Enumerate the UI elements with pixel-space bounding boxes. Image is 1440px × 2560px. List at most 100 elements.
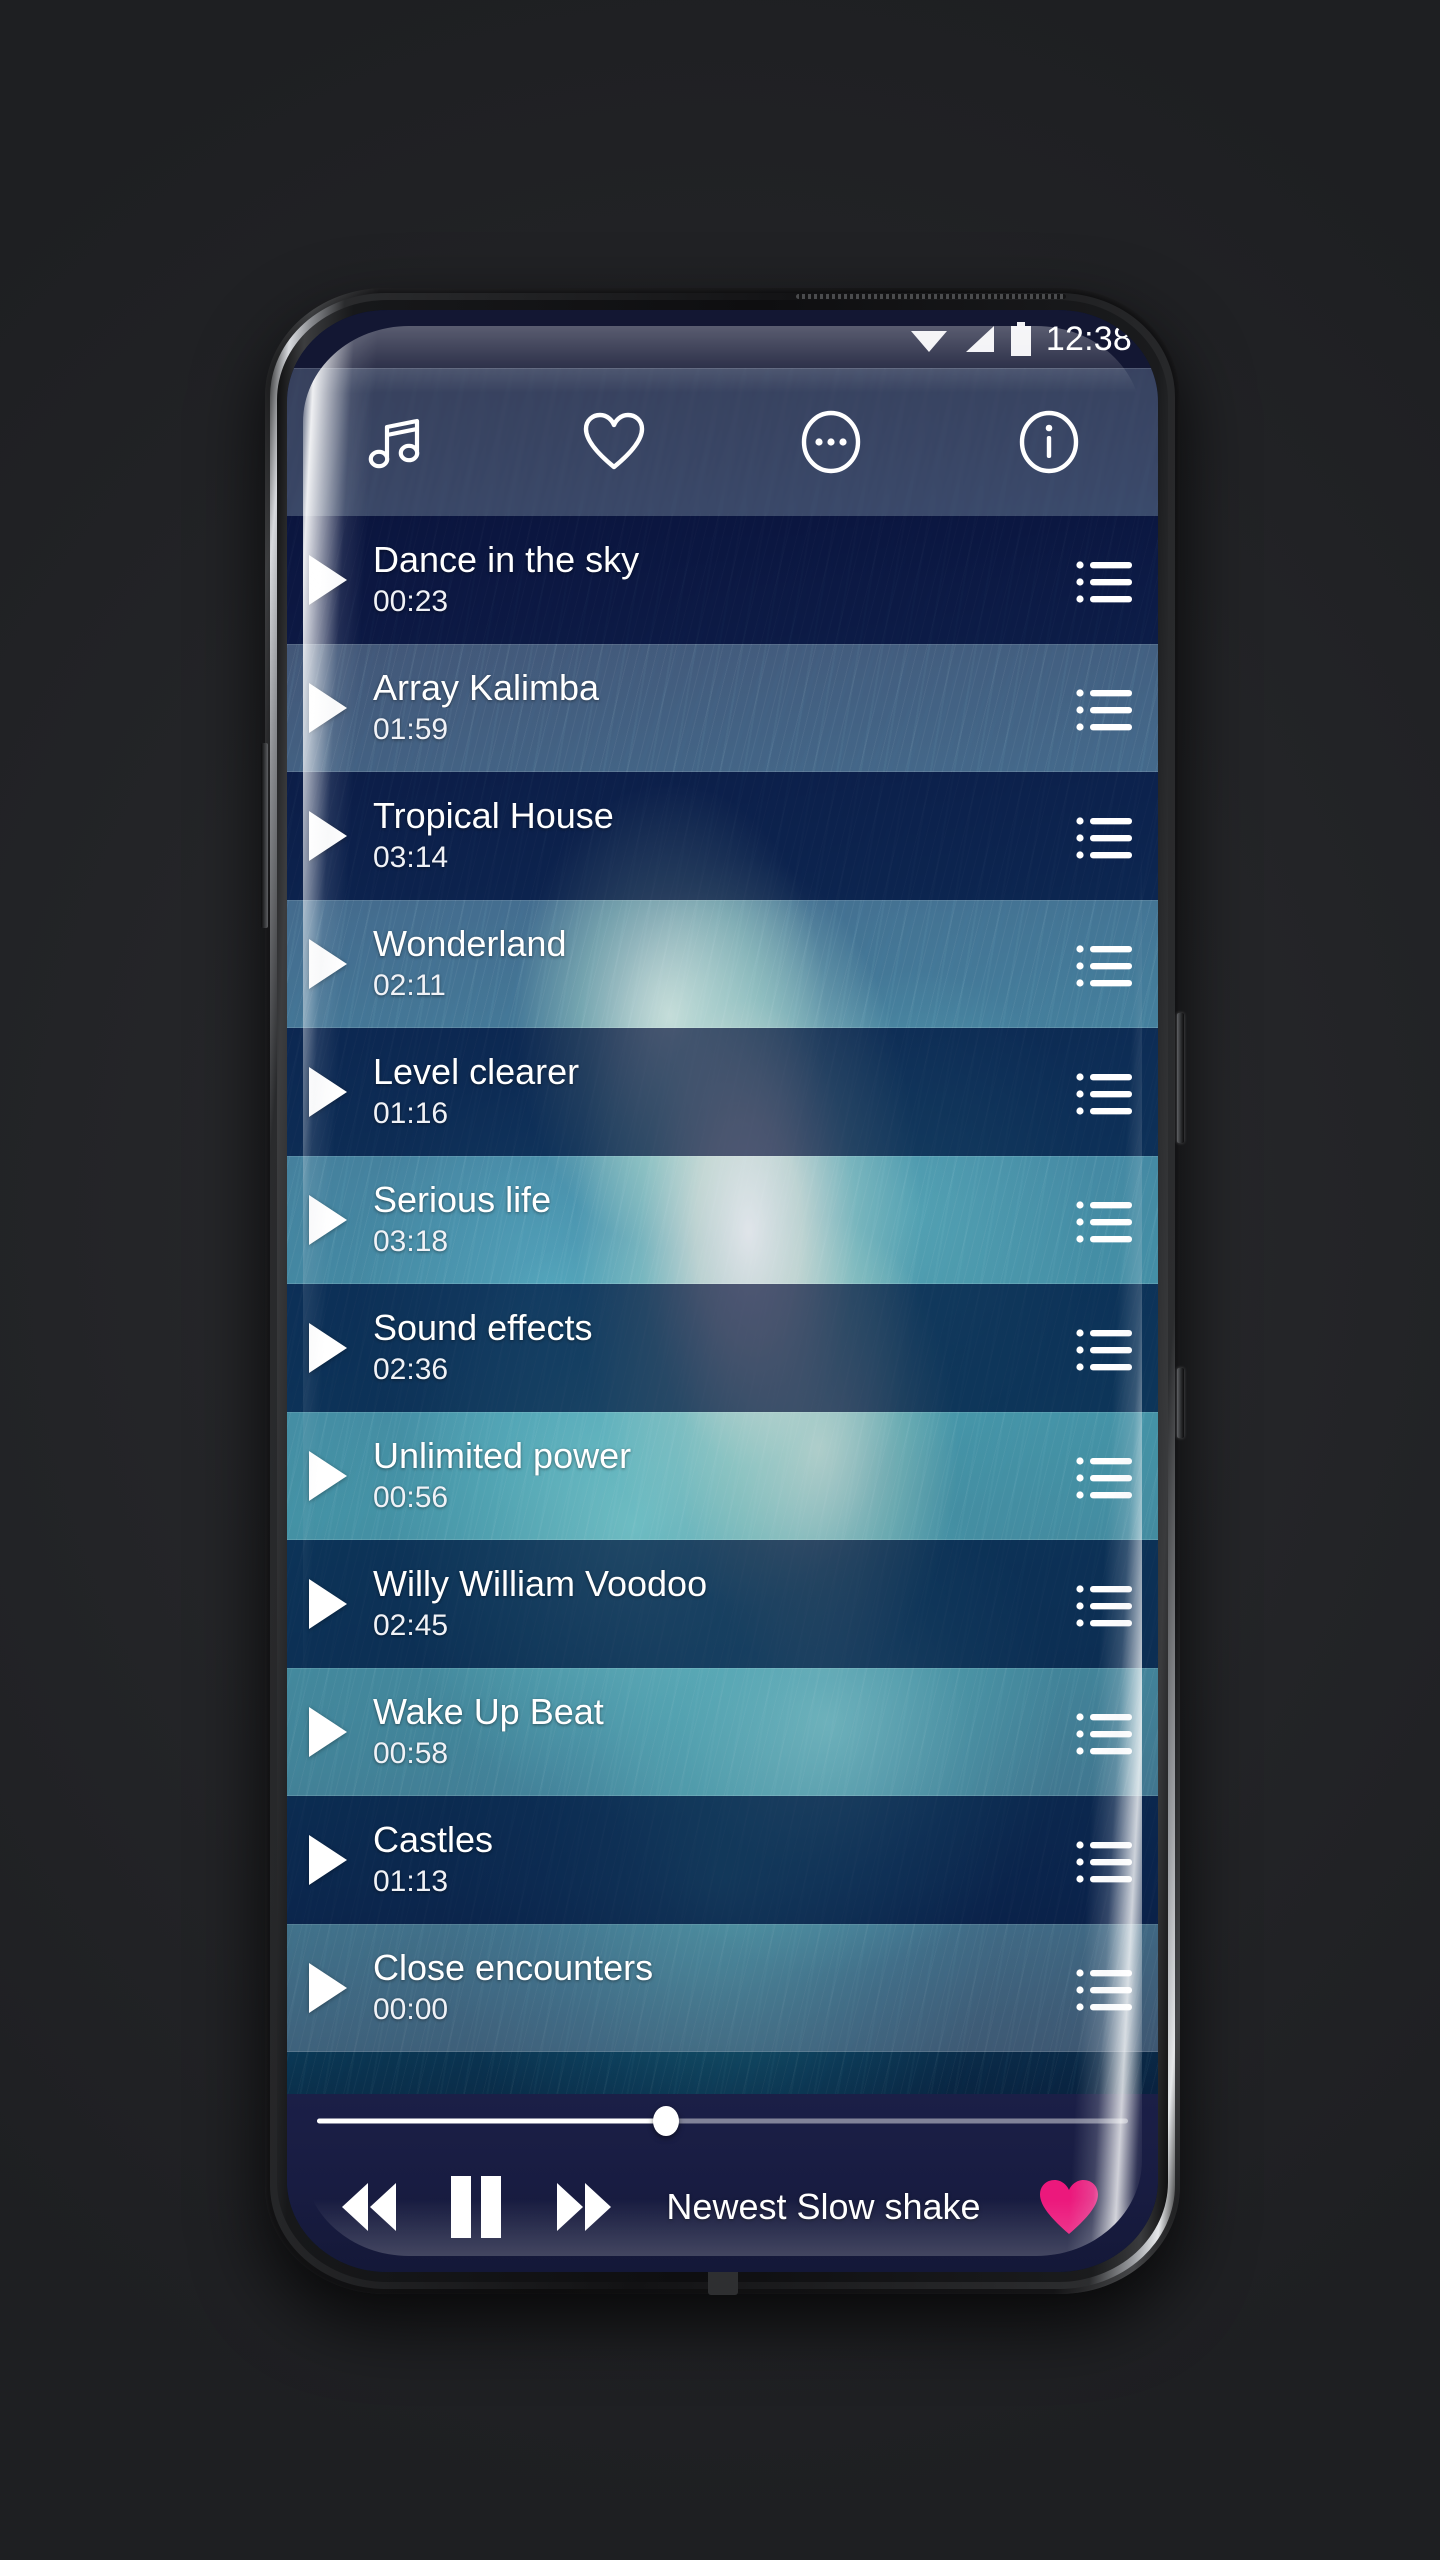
- music-note-icon: [368, 418, 420, 469]
- more-options-icon: [802, 410, 861, 474]
- track-title: Wonderland: [373, 923, 567, 964]
- playlist-menu-icon[interactable]: [1076, 1709, 1132, 1755]
- track-row[interactable]: Sound effects 02:36: [287, 1284, 1158, 1412]
- phone-screen: 12:38 Dance in the sky 00:23 Array Kalim…: [287, 310, 1158, 2272]
- bixby-button[interactable]: [261, 743, 268, 928]
- track-title: Wake Up Beat: [373, 1691, 604, 1732]
- track-row[interactable]: Serious life 03:18: [287, 1156, 1158, 1284]
- play-icon[interactable]: [309, 1579, 347, 1629]
- track-meta: Wake Up Beat 00:58: [373, 1692, 1076, 1773]
- info-icon: [1019, 410, 1079, 474]
- track-duration: 02:45: [373, 1608, 449, 1642]
- track-row[interactable]: Level clearer 01:16: [287, 1028, 1158, 1156]
- play-icon[interactable]: [309, 1195, 347, 1245]
- track-meta: Array Kalimba 01:59: [373, 668, 1076, 749]
- play-icon[interactable]: [309, 1451, 347, 1501]
- track-title: Array Kalimba: [373, 667, 600, 708]
- track-meta: Wonderland 02:11: [373, 924, 1076, 1005]
- track-meta: Close encounters 00:00: [373, 1948, 1076, 2029]
- track-meta: Serious life 03:18: [373, 1180, 1076, 1261]
- track-list[interactable]: Dance in the sky 00:23 Array Kalimba 01:59 T…: [287, 516, 1158, 2094]
- track-duration: 02:11: [373, 968, 446, 1002]
- track-row[interactable]: Close encounters 00:00: [287, 1924, 1158, 2052]
- play-icon[interactable]: [309, 939, 347, 989]
- player-bar: Newest Slow shake: [287, 2094, 1158, 2272]
- toolbar-info-button[interactable]: [940, 368, 1158, 516]
- track-meta: Unlimited power 00:56: [373, 1436, 1076, 1517]
- track-row[interactable]: Dance in the sky 00:23: [287, 516, 1158, 644]
- power-button[interactable]: [1177, 1013, 1184, 1143]
- track-title: Close encounters: [373, 1947, 654, 1988]
- toolbar-favorites-button[interactable]: [505, 368, 723, 516]
- play-icon[interactable]: [309, 683, 347, 733]
- battery-icon: [1010, 322, 1031, 356]
- track-duration: 02:36: [373, 1352, 449, 1386]
- track-duration: 01:59: [373, 712, 449, 746]
- favorite-button[interactable]: [1010, 2177, 1128, 2237]
- pause-icon: [451, 2176, 501, 2238]
- playlist-menu-icon[interactable]: [1076, 941, 1132, 987]
- playlist-menu-icon[interactable]: [1076, 1069, 1132, 1115]
- playlist-menu-icon[interactable]: [1076, 557, 1132, 603]
- playlist-menu-icon[interactable]: [1076, 1453, 1132, 1499]
- now-playing-title: Newest Slow shake: [666, 2186, 981, 2227]
- play-icon[interactable]: [309, 811, 347, 861]
- track-meta: Castles 01:13: [373, 1820, 1076, 1901]
- track-row[interactable]: Unlimited power 00:56: [287, 1412, 1158, 1540]
- track-row[interactable]: Castles 01:13: [287, 1796, 1158, 1924]
- forward-button[interactable]: [531, 2177, 637, 2237]
- track-title: Castles: [373, 1819, 494, 1860]
- play-icon[interactable]: [309, 1707, 347, 1757]
- track-row[interactable]: Willy William Voodoo 02:45: [287, 1540, 1158, 1668]
- track-meta: Sound effects 02:36: [373, 1308, 1076, 1389]
- track-duration: 00:58: [373, 1736, 449, 1770]
- top-toolbar: [287, 368, 1158, 516]
- playlist-menu-icon[interactable]: [1076, 1837, 1132, 1883]
- rewind-button[interactable]: [317, 2177, 421, 2237]
- track-title: Serious life: [373, 1179, 552, 1220]
- track-duration: 00:00: [373, 1992, 449, 2026]
- playlist-menu-icon[interactable]: [1076, 1965, 1132, 2011]
- playlist-menu-icon[interactable]: [1076, 685, 1132, 731]
- play-icon[interactable]: [309, 1323, 347, 1373]
- play-icon[interactable]: [309, 1835, 347, 1885]
- volume-button[interactable]: [1177, 1368, 1184, 1438]
- play-icon[interactable]: [309, 555, 347, 605]
- track-title: Tropical House: [373, 795, 614, 836]
- track-duration: 00:56: [373, 1480, 449, 1514]
- playlist-menu-icon[interactable]: [1076, 1325, 1132, 1371]
- seek-knob[interactable]: [652, 2106, 679, 2136]
- track-duration: 00:23: [373, 584, 449, 618]
- forward-icon: [557, 2183, 611, 2231]
- playlist-menu-icon[interactable]: [1076, 1197, 1132, 1243]
- toolbar-more-button[interactable]: [723, 368, 941, 516]
- seek-fill: [317, 2118, 666, 2124]
- track-row[interactable]: Array Kalimba 01:59: [287, 644, 1158, 772]
- play-icon[interactable]: [309, 1067, 347, 1117]
- status-bar: 12:38: [287, 310, 1158, 368]
- track-meta: Dance in the sky 00:23: [373, 540, 1076, 621]
- track-title: Sound effects: [373, 1307, 593, 1348]
- track-duration: 01:16: [373, 1096, 449, 1130]
- player-controls: Newest Slow shake: [317, 2148, 1128, 2266]
- track-meta: Willy William Voodoo 02:45: [373, 1564, 1076, 1645]
- track-meta: Tropical House 03:14: [373, 796, 1076, 877]
- playlist-menu-icon[interactable]: [1076, 813, 1132, 859]
- toolbar-music-button[interactable]: [287, 368, 505, 516]
- chassis-notch: [707, 2269, 738, 2295]
- track-row[interactable]: Wake Up Beat 00:58: [287, 1668, 1158, 1796]
- playlist-menu-icon[interactable]: [1076, 1581, 1132, 1627]
- seek-bar[interactable]: [317, 2094, 1128, 2148]
- play-icon[interactable]: [309, 1963, 347, 2013]
- track-title: Unlimited power: [373, 1435, 632, 1476]
- track-title: Dance in the sky: [373, 539, 640, 580]
- track-title: Level clearer: [373, 1051, 580, 1092]
- track-meta: Level clearer 01:16: [373, 1052, 1076, 1133]
- track-duration: 03:14: [373, 840, 449, 874]
- track-duration: 03:18: [373, 1224, 449, 1258]
- pause-button[interactable]: [421, 2174, 531, 2240]
- track-row[interactable]: Tropical House 03:14: [287, 772, 1158, 900]
- track-row[interactable]: Wonderland 02:11: [287, 900, 1158, 1028]
- heart-filled-icon: [1040, 2180, 1098, 2234]
- rewind-icon: [342, 2183, 396, 2231]
